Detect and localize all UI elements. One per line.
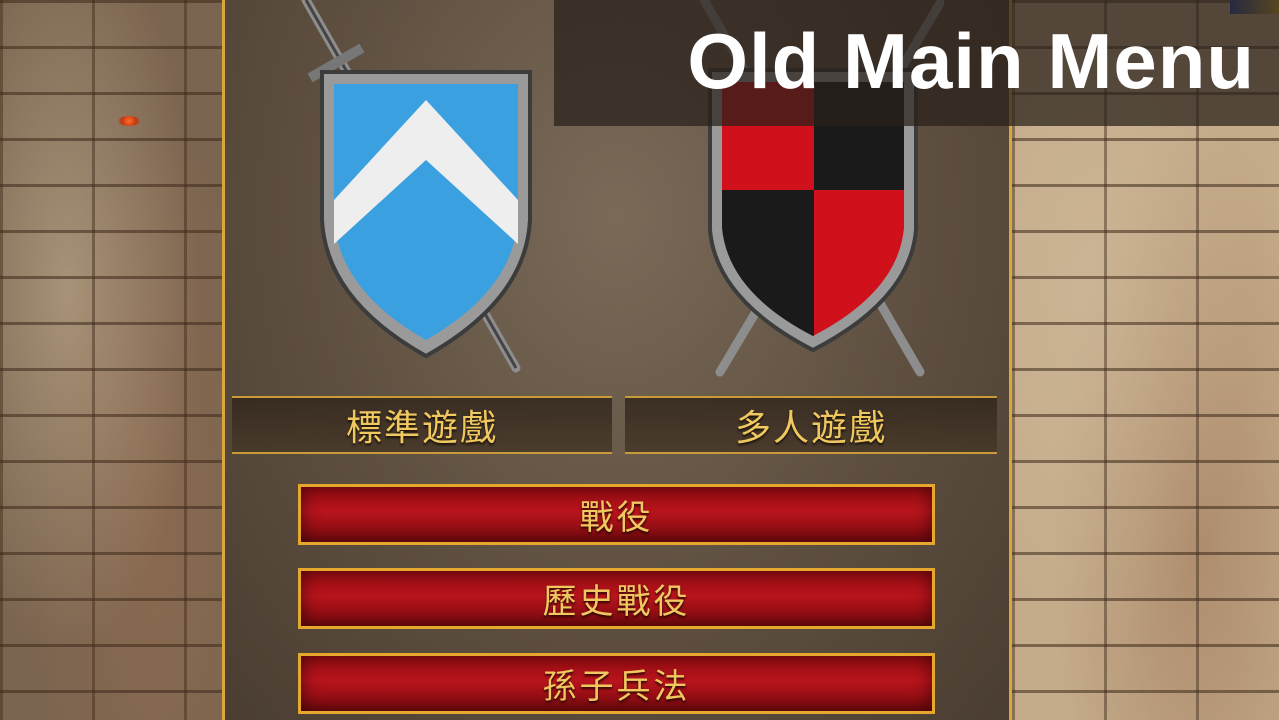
- stone-wall-left: [0, 0, 222, 720]
- art-of-war-button[interactable]: 孫子兵法: [298, 653, 935, 714]
- blue-chevron-shield-icon: [301, 0, 532, 373]
- overlay-title: Old Main Menu: [687, 17, 1255, 105]
- campaign-button[interactable]: 戰役: [298, 484, 935, 545]
- standard-game-shield-button[interactable]: [288, 0, 548, 380]
- title-overlay: Old Main Menu: [554, 0, 1279, 126]
- torch-ember: [118, 116, 140, 126]
- historical-campaign-button[interactable]: 歷史戰役: [298, 568, 935, 629]
- standard-game-label[interactable]: 標準遊戲: [232, 396, 612, 454]
- multiplayer-label[interactable]: 多人遊戲: [625, 396, 997, 454]
